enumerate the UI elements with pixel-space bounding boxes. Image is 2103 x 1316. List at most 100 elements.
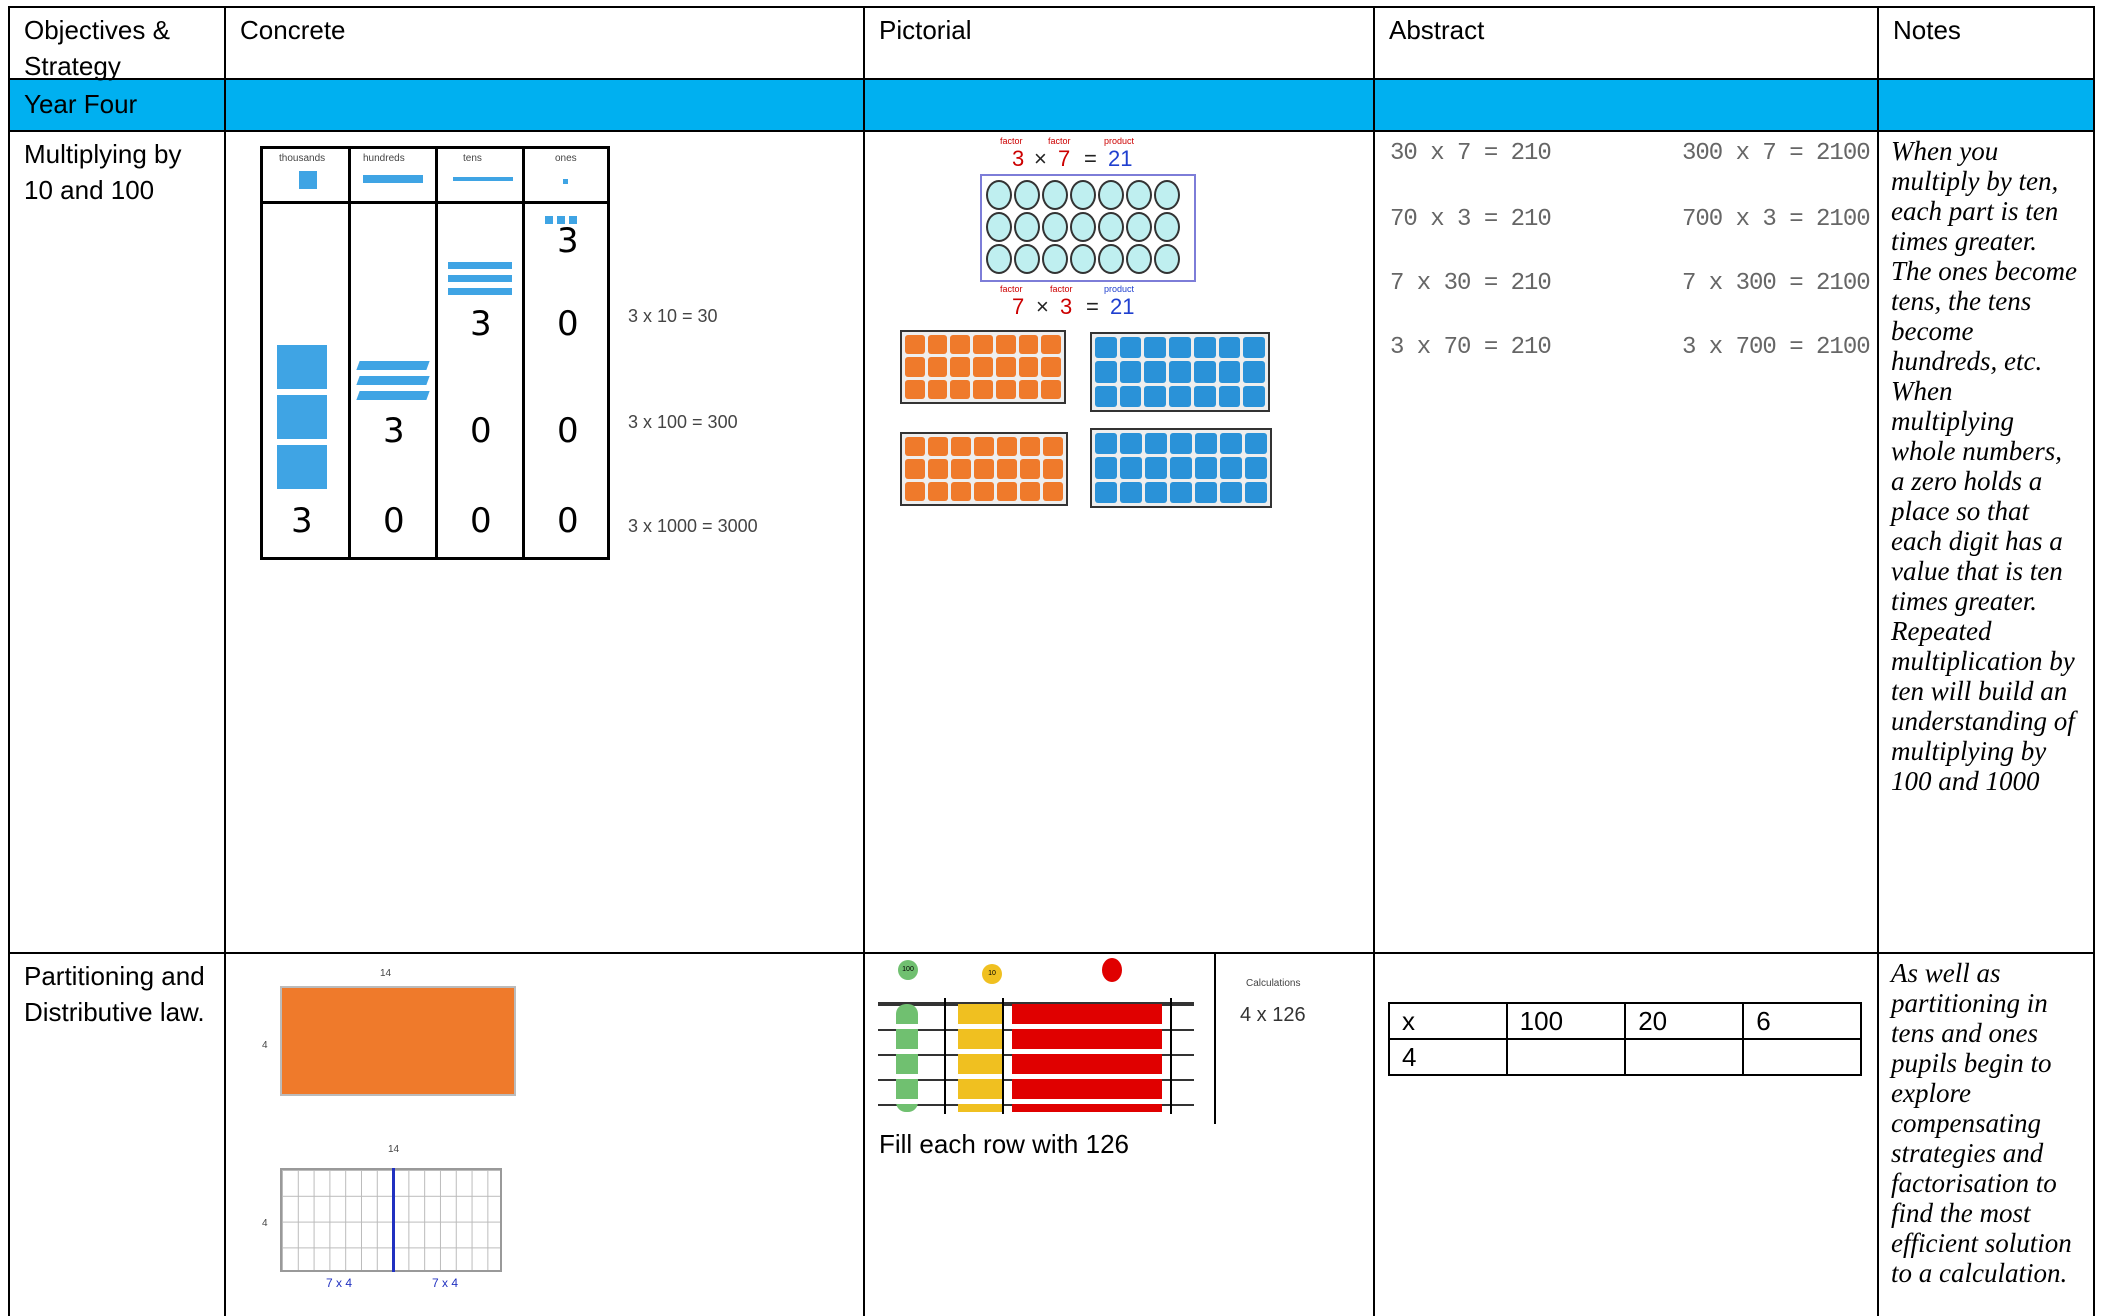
pv-digit: 0 (470, 501, 492, 541)
abstract-equation: 7 x 30 = 210 (1390, 270, 1552, 297)
eq-number: 7 (1058, 146, 1071, 171)
ten-counters (958, 1004, 1002, 1112)
table-row: x 100 20 6 (1388, 1002, 1862, 1040)
pv-digit: 3 (557, 221, 579, 261)
eq-number: 3 (1012, 146, 1025, 171)
pv-digit: 3 (383, 411, 405, 451)
col-divider (1373, 6, 1375, 1316)
ones-units-icon (545, 211, 581, 224)
pv-tens-header: tens (463, 153, 482, 164)
calc-expression: 4 x 126 (1240, 1004, 1306, 1026)
product-label: product (1104, 284, 1135, 294)
pv-digit: 0 (557, 411, 579, 451)
eq-symbol: × (1036, 294, 1049, 319)
abstract-equation: 3 x 70 = 210 (1390, 334, 1552, 361)
col-divider (224, 6, 226, 1316)
eq-symbol: = (1086, 294, 1099, 319)
product-label: product (1104, 136, 1135, 146)
document-page: Objectives & Strategy Concrete Pictorial… (0, 0, 2103, 1316)
row1-objective: Multiplying by 10 and 100 (24, 139, 182, 205)
one-counter-icon: 1 (1102, 958, 1122, 982)
abstract-equation: 70 x 3 = 210 (1390, 206, 1552, 233)
year-band (10, 80, 2095, 130)
table-cell: 100 (1505, 1002, 1627, 1040)
row2-notes: As well as partitioning in tens and ones… (1891, 958, 2072, 1288)
grid-right-label: 7 x 4 (432, 1276, 459, 1290)
area-width-label: 14 (380, 968, 392, 979)
pv-thousands-header: thousands (279, 153, 326, 164)
area-model-dots (280, 986, 516, 1096)
factor-label: factor (1048, 136, 1071, 146)
counter-divider (1002, 998, 1004, 1114)
tens-rod-icon (448, 288, 512, 295)
abstract-equation: 3 x 700 = 2100 (1682, 334, 1871, 361)
grid-width-label: 14 (388, 1144, 400, 1155)
header-abstract: Abstract (1389, 15, 1485, 45)
table-cell (1742, 1038, 1862, 1076)
table-cell (1505, 1038, 1627, 1076)
eq-number: 21 (1110, 294, 1135, 319)
eq-number: 21 (1108, 146, 1133, 171)
factor-label: factor (1050, 284, 1073, 294)
row2-objective: Partitioning and Distributive law. (24, 961, 205, 1027)
col-divider (2093, 6, 2095, 1316)
grid-method-table: x 100 20 6 4 (1388, 1002, 1862, 1076)
band-label: Year Four (24, 89, 138, 119)
thousands-cube-icon (277, 345, 327, 389)
factor-label: factor (1000, 136, 1023, 146)
header-pictorial: Pictorial (879, 15, 972, 45)
col-divider (1877, 6, 1879, 1316)
one-unit-icon (563, 179, 568, 184)
area-side-label: 4 (262, 1040, 268, 1051)
pv-hundreds-header: hundreds (363, 153, 405, 164)
counter-grid (986, 180, 1186, 276)
hundred-counter-icon: 100 (898, 960, 918, 980)
place-value-chart: thousands hundreds tens ones 3 3 0 3 0 0… (260, 146, 610, 560)
pv-digit: 0 (470, 411, 492, 451)
eq-number: 3 (1060, 294, 1073, 319)
table-cell (1624, 1038, 1745, 1076)
tens-rod-icon (448, 262, 512, 269)
pv-digit: 0 (557, 304, 579, 344)
orange-array (900, 330, 1066, 404)
one-counters (1012, 1004, 1162, 1112)
table-cell: 4 (1388, 1038, 1508, 1076)
array-diagram: factor factor product 3 × 7 = 21 factor … (980, 136, 1200, 332)
ten-counter-icon: 10 (982, 964, 1002, 984)
abstract-equation: 7 x 300 = 2100 (1682, 270, 1871, 297)
pv-ones-header: ones (555, 153, 577, 164)
abstract-equation: 30 x 7 = 210 (1390, 140, 1552, 167)
area-model-grid (280, 1168, 502, 1272)
pv-digit: 0 (557, 501, 579, 541)
table-cell: 20 (1624, 1002, 1745, 1040)
pv-digit: 3 (470, 304, 492, 344)
eq-symbol: = (1084, 146, 1097, 171)
thousand-cube-icon (299, 171, 317, 189)
row1-notes: When you multiply by ten, each part is t… (1891, 136, 2077, 796)
hundred-counters (896, 1004, 918, 1112)
col-divider (863, 6, 865, 1316)
counter-divider (944, 998, 946, 1114)
pictorial-caption: Fill each row with 126 (879, 1129, 1129, 1159)
hundreds-flat-icon (356, 376, 430, 385)
ten-rod-icon (453, 177, 513, 181)
pv-digit: 3 (291, 501, 313, 541)
counter-divider (1170, 998, 1172, 1114)
abstract-equation: 700 x 3 = 2100 (1682, 206, 1871, 233)
table-cell: 6 (1742, 1002, 1862, 1040)
hundreds-flat-icon (356, 361, 430, 370)
table-cell: x (1388, 1002, 1508, 1040)
pv-digit: 0 (383, 501, 405, 541)
concrete-equation: 3 x 100 = 300 (628, 412, 738, 432)
blue-array (1090, 332, 1270, 412)
calc-heading: Calculations (1246, 978, 1301, 989)
grid-left-label: 7 x 4 (326, 1276, 353, 1290)
row-divider (8, 130, 2095, 132)
concrete-equation: 3 x 1000 = 3000 (628, 516, 758, 536)
header-notes: Notes (1893, 15, 1961, 45)
abstract-equation: 300 x 7 = 2100 (1682, 140, 1871, 167)
concrete-equation: 3 x 10 = 30 (628, 306, 718, 326)
calc-divider (1214, 954, 1216, 1124)
row-divider (8, 78, 2095, 80)
orange-array (900, 432, 1068, 506)
